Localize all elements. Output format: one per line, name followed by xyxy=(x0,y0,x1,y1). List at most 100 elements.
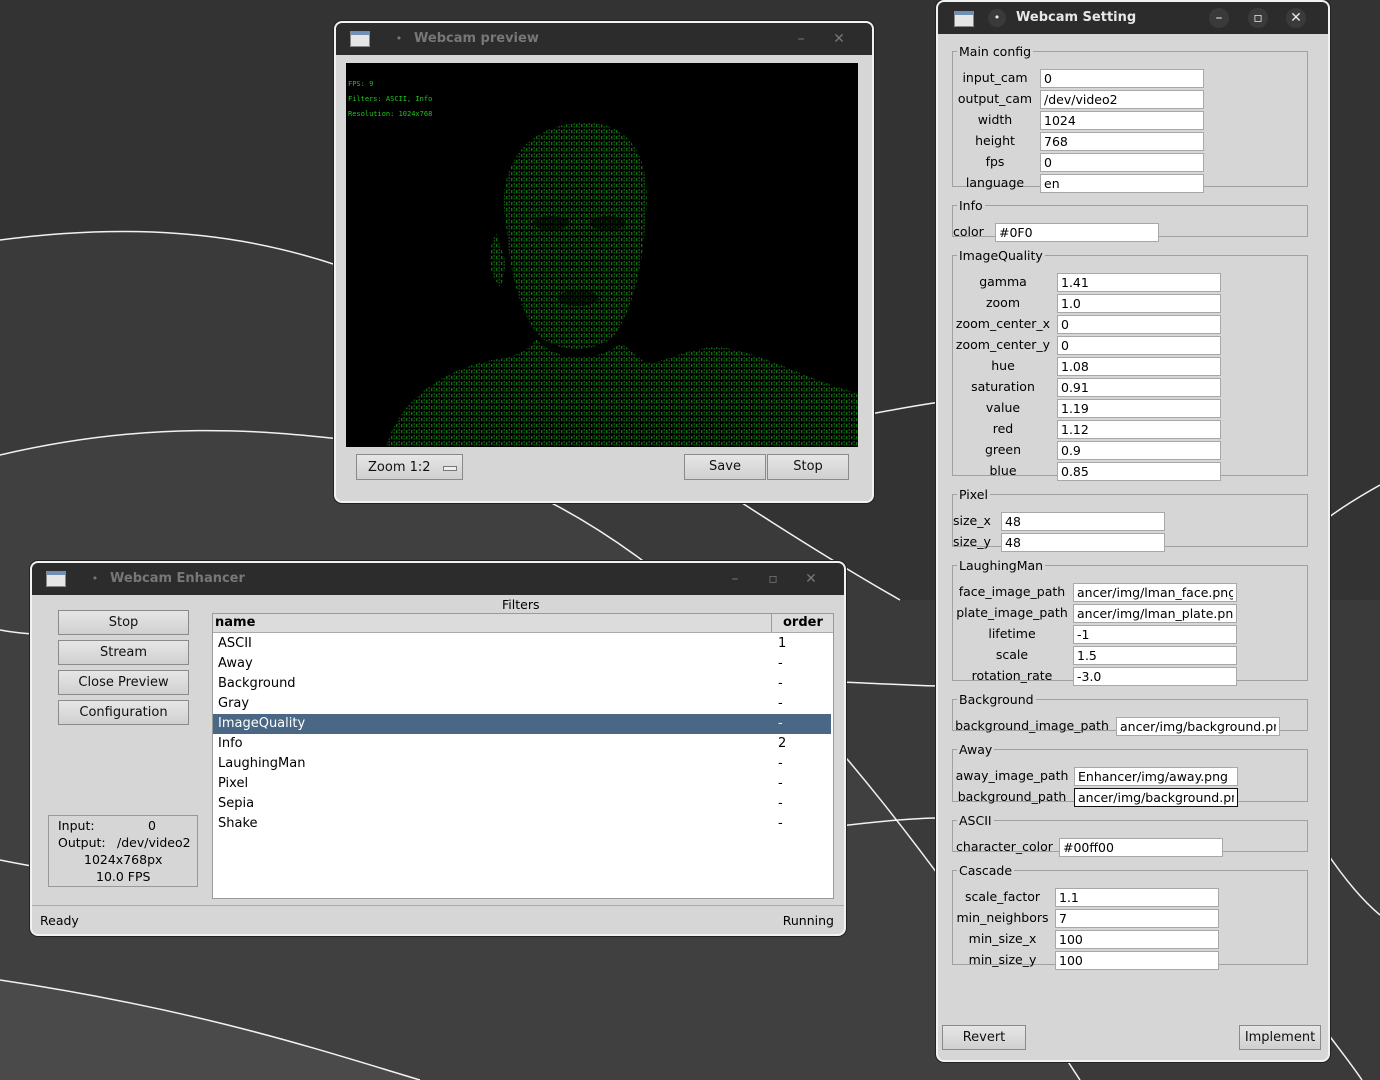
group-title: ImageQuality xyxy=(959,248,1043,263)
zoom-center-y-input[interactable] xyxy=(1057,336,1221,355)
filter-row-background[interactable]: Background - xyxy=(213,674,831,694)
filter-order: - xyxy=(778,656,783,671)
stop-button[interactable]: Stop xyxy=(58,610,189,635)
filter-row-imagequality[interactable]: ImageQuality - xyxy=(213,714,831,734)
plate-image-path-input[interactable] xyxy=(1073,604,1237,623)
min-neighbors-input[interactable] xyxy=(1055,909,1219,928)
minimize-icon[interactable]: – xyxy=(791,29,811,49)
background-path-input[interactable] xyxy=(1074,788,1238,807)
filters-list[interactable]: name order ASCII 1 Away - Background - Gray - Im… xyxy=(212,613,834,899)
group-info: Info color xyxy=(952,198,1308,242)
filter-row-gray[interactable]: Gray - xyxy=(213,694,831,714)
scale-input[interactable] xyxy=(1073,646,1237,665)
input-cam-input[interactable] xyxy=(1040,69,1204,88)
lifetime-input[interactable] xyxy=(1073,625,1237,644)
status-left-text: Ready xyxy=(40,913,79,928)
field-label: saturation xyxy=(971,379,1035,394)
minimize-icon[interactable]: – xyxy=(725,569,745,589)
zoom-select[interactable]: Zoom 1:2 xyxy=(356,454,463,480)
filter-row-info[interactable]: Info 2 xyxy=(213,734,831,754)
background-image-path-input[interactable] xyxy=(1116,717,1280,736)
status-right-text: Running xyxy=(782,913,834,928)
language-input[interactable] xyxy=(1040,174,1204,193)
stream-status-panel: Input: 0 Output: /dev/video2 1024x768px … xyxy=(48,815,198,887)
minimize-icon[interactable]: – xyxy=(1209,8,1229,28)
filter-order: 1 xyxy=(778,636,787,651)
pin-icon[interactable]: • xyxy=(390,30,408,48)
filter-order: - xyxy=(778,716,783,731)
field-label: plate_image_path xyxy=(956,605,1068,620)
height-input[interactable] xyxy=(1040,132,1204,151)
close-icon[interactable]: ✕ xyxy=(829,29,849,49)
field-label: green xyxy=(984,442,1022,457)
red-input[interactable] xyxy=(1057,420,1221,439)
blue-input[interactable] xyxy=(1057,462,1221,481)
maximize-icon[interactable]: ▫ xyxy=(1248,8,1268,28)
away-image-path-input[interactable] xyxy=(1074,767,1238,786)
filter-name: Gray xyxy=(218,696,250,711)
value-input[interactable] xyxy=(1057,399,1221,418)
name-column-header[interactable]: name xyxy=(215,615,255,630)
pin-icon[interactable]: • xyxy=(86,570,104,588)
window-app-icon[interactable] xyxy=(46,571,66,587)
filter-row-ascii[interactable]: ASCII 1 xyxy=(213,634,831,654)
green-input[interactable] xyxy=(1057,441,1221,460)
filter-row-sepia[interactable]: Sepia - xyxy=(213,794,831,814)
filter-name: ASCII xyxy=(218,636,252,651)
column-divider[interactable] xyxy=(771,614,772,632)
configuration-button[interactable]: Configuration xyxy=(58,700,189,725)
preview-titlebar[interactable]: • Webcam preview – ✕ xyxy=(336,23,872,55)
group-pixel: Pixel size_x size_y xyxy=(952,487,1308,552)
webcam-preview-image: FPS: 9 Filters: ASCII, Info Resolution: … xyxy=(346,63,858,447)
min-size-x-input[interactable] xyxy=(1055,930,1219,949)
gamma-input[interactable] xyxy=(1057,273,1221,292)
filter-row-shake[interactable]: Shake - xyxy=(213,814,831,834)
close-icon[interactable]: ✕ xyxy=(801,569,821,589)
resolution-value: 1024x768px xyxy=(84,852,163,867)
field-label: blue xyxy=(989,463,1017,478)
setting-titlebar[interactable]: • Webcam Setting – ▫ ✕ xyxy=(938,2,1328,34)
field-label: value xyxy=(985,400,1021,415)
size-x-input[interactable] xyxy=(1001,512,1165,531)
filter-name: Pixel xyxy=(218,776,249,791)
color-input[interactable] xyxy=(995,223,1159,242)
output-cam-input[interactable] xyxy=(1040,90,1204,109)
saturation-input[interactable] xyxy=(1057,378,1221,397)
face-image-path-input[interactable] xyxy=(1073,583,1237,602)
filter-order: - xyxy=(778,756,783,771)
field-label: character_color xyxy=(956,839,1053,854)
group-title: ASCII xyxy=(959,813,992,828)
min-size-y-input[interactable] xyxy=(1055,951,1219,970)
window-app-icon[interactable] xyxy=(350,31,370,47)
save-button[interactable]: Save xyxy=(684,454,766,480)
zoom-center-x-input[interactable] xyxy=(1057,315,1221,334)
close-icon[interactable]: ✕ xyxy=(1286,8,1306,28)
setting-window-title: Webcam Setting xyxy=(1016,10,1137,25)
filter-row-laughingman[interactable]: LaughingMan - xyxy=(213,754,831,774)
stream-button[interactable]: Stream xyxy=(58,640,189,665)
group-background: Background background_image_path xyxy=(952,692,1308,736)
stop-preview-button[interactable]: Stop xyxy=(767,454,849,480)
order-column-header[interactable]: order xyxy=(783,615,823,630)
window-app-icon[interactable] xyxy=(954,11,974,27)
field-label: language xyxy=(965,175,1025,190)
pin-icon[interactable]: • xyxy=(988,9,1006,27)
rotation-rate-input[interactable] xyxy=(1073,667,1237,686)
scale-factor-input[interactable] xyxy=(1055,888,1219,907)
enhancer-titlebar[interactable]: • Webcam Enhancer – ▫ ✕ xyxy=(32,563,844,595)
close-preview-button[interactable]: Close Preview xyxy=(58,670,189,695)
width-input[interactable] xyxy=(1040,111,1204,130)
character-color-input[interactable] xyxy=(1059,838,1223,857)
filter-row-pixel[interactable]: Pixel - xyxy=(213,774,831,794)
implement-button[interactable]: Implement xyxy=(1239,1025,1321,1050)
fps-value: 10.0 FPS xyxy=(96,869,151,884)
zoom-input[interactable] xyxy=(1057,294,1221,313)
hue-input[interactable] xyxy=(1057,357,1221,376)
maximize-icon[interactable]: ▫ xyxy=(763,569,783,589)
group-away: Away away_image_path background_path xyxy=(952,742,1308,807)
fps-input[interactable] xyxy=(1040,153,1204,172)
group-title: Cascade xyxy=(959,863,1013,878)
revert-button[interactable]: Revert xyxy=(942,1025,1026,1050)
filter-row-away[interactable]: Away - xyxy=(213,654,831,674)
size-y-input[interactable] xyxy=(1001,533,1165,552)
